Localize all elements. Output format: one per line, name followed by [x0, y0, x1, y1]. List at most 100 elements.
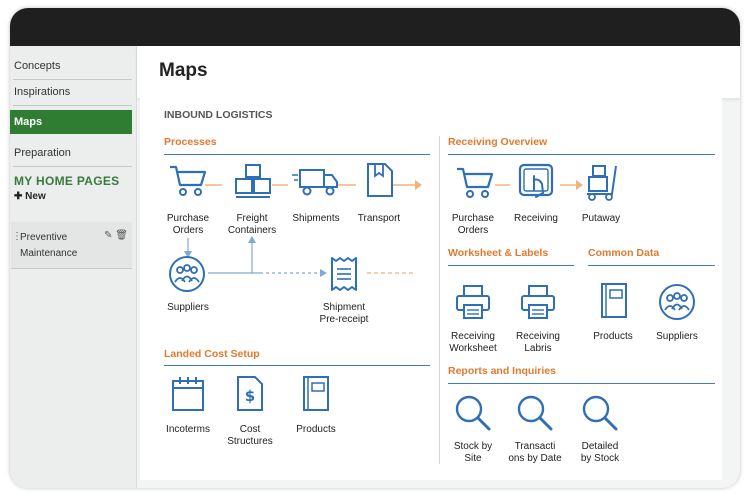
receiving-overview-title: Receiving Overview — [448, 136, 548, 148]
worksheet-label-line2: Worksheet — [449, 343, 497, 354]
process-label-line2: Containers — [227, 225, 277, 236]
arrow-head — [415, 180, 422, 190]
worksheet-labels-title: Worksheet & Labels — [448, 247, 549, 259]
sidebar-item-preparation[interactable]: Preparation — [10, 141, 132, 165]
process-label-line2: Pre-receipt — [319, 314, 369, 325]
report-label-line1: Transacti — [514, 441, 556, 452]
home-pages-title: MY HOME PAGES — [14, 174, 120, 188]
process-label-line1: Transport — [357, 213, 401, 224]
process-label: Shipment Pre-receipt — [304, 302, 384, 326]
document-icon[interactable] — [365, 162, 395, 198]
receiving-label-line1: Receiving — [514, 213, 558, 224]
process-label-line1: Freight — [236, 213, 268, 224]
home-page-label-line1: Preventive — [20, 232, 68, 243]
svg-text:$: $ — [245, 387, 255, 405]
process-label: Transport — [339, 213, 419, 225]
home-page-tools: ✎ 🗑 — [104, 230, 128, 241]
receiving-label-line1: Purchase — [451, 213, 495, 224]
divider — [13, 166, 132, 167]
landed-cost-rule — [164, 365, 430, 366]
arrow-head — [248, 236, 256, 243]
receiving-label-line2: Orders — [457, 225, 489, 236]
magnifier-icon[interactable] — [454, 394, 492, 432]
process-label-line2: Orders — [172, 225, 204, 236]
hand-truck-icon[interactable] — [583, 162, 619, 202]
reports-rule — [448, 383, 715, 384]
report-label-line2: Site — [464, 453, 482, 464]
magnifier-icon[interactable] — [581, 394, 619, 432]
pencil-icon[interactable]: ✎ — [104, 230, 112, 241]
common-data-rule — [588, 265, 715, 266]
process-label-line1: Suppliers — [167, 302, 209, 313]
touch-screen-icon[interactable] — [516, 162, 556, 202]
landed-cost-label: Products — [276, 424, 356, 436]
sidebar-item-label: Maps — [14, 116, 43, 128]
page-header: Maps — [137, 46, 740, 98]
worksheet-labels-rule — [448, 265, 574, 266]
worksheet-label-line1: Receiving — [451, 331, 495, 342]
report-label-line1: Stock by — [453, 441, 493, 452]
users-icon[interactable] — [168, 255, 206, 293]
plus-icon: ✚ — [14, 191, 23, 202]
divider — [13, 105, 132, 106]
worksheet-label: Receiving Labris — [498, 331, 578, 355]
process-label-line1: Shipment — [322, 302, 366, 313]
sidebar-item-inspirations[interactable]: Inspirations — [10, 80, 132, 104]
sidebar-item-concepts[interactable]: Concepts — [10, 54, 132, 78]
receiving-label-line1: Putaway — [581, 213, 621, 224]
sidebar-item-label: Preparation — [14, 147, 71, 159]
printer-icon[interactable] — [519, 283, 557, 321]
map-content: INBOUND LOGISTICS Processes Purchase Ord… — [140, 98, 722, 480]
landed-cost-label-line1: Incoterms — [166, 424, 210, 435]
book-icon[interactable] — [599, 282, 629, 320]
sidebar-item-label: Concepts — [14, 60, 61, 72]
sidebar-item-label: Inspirations — [14, 86, 71, 98]
calendar-icon[interactable] — [170, 375, 206, 413]
new-label: New — [25, 191, 46, 202]
landed-cost-label-line2: Structures — [227, 436, 273, 447]
top-bar — [10, 8, 740, 46]
report-label-line2: ons by Date — [508, 453, 562, 464]
sidebar-item-maps[interactable]: Maps — [10, 110, 132, 134]
receiving-label: Putaway — [561, 213, 641, 225]
arrow-head — [320, 269, 327, 277]
home-page-label-line2: Maintenance — [20, 248, 78, 259]
reports-title: Reports and Inquiries — [448, 365, 556, 377]
landed-cost-label-line1: Products — [296, 424, 336, 435]
truck-icon[interactable] — [292, 164, 340, 198]
cart-icon[interactable] — [454, 164, 496, 200]
landed-cost-label-line1: Cost — [239, 424, 261, 435]
report-label-line1: Detailed — [581, 441, 619, 452]
magnifier-icon[interactable] — [516, 394, 554, 432]
process-label-line1: Purchase — [166, 213, 210, 224]
page-title: Maps — [159, 60, 208, 81]
common-data-label: Suppliers — [637, 331, 717, 343]
worksheet-label-line1: Receiving — [516, 331, 560, 342]
process-label-line1: Shipments — [292, 213, 340, 224]
common-data-label-line1: Suppliers — [656, 331, 698, 342]
landed-cost-title: Landed Cost Setup — [164, 348, 260, 360]
boxes-icon[interactable] — [233, 162, 273, 202]
home-page-label: Preventive Maintenance — [20, 230, 77, 262]
new-page-button[interactable]: ✚ New — [14, 191, 46, 202]
processes-rule — [164, 154, 430, 155]
trash-icon[interactable]: 🗑 — [115, 230, 128, 241]
book-icon[interactable] — [301, 375, 331, 413]
users-icon[interactable] — [658, 283, 696, 321]
receipt-icon[interactable] — [328, 255, 360, 293]
group-title: INBOUND LOGISTICS — [164, 109, 273, 121]
common-data-label-line1: Products — [593, 331, 633, 342]
common-data-title: Common Data — [588, 247, 660, 259]
report-label: Detailed by Stock — [560, 441, 640, 465]
worksheet-label-line2: Labris — [524, 343, 552, 354]
home-page-item[interactable]: ⋮ Preventive Maintenance ✎ 🗑 — [11, 222, 132, 269]
sidebar: Concepts Inspirations Maps Preparation M… — [10, 46, 137, 488]
processes-title: Processes — [164, 136, 217, 148]
cart-icon[interactable] — [167, 162, 209, 198]
cost-document-icon[interactable]: $ — [235, 375, 265, 413]
report-label-line2: by Stock — [580, 453, 620, 464]
printer-icon[interactable] — [454, 283, 492, 321]
process-label: Suppliers — [148, 302, 228, 314]
arrow-head — [576, 180, 583, 190]
receiving-overview-rule — [448, 154, 715, 155]
